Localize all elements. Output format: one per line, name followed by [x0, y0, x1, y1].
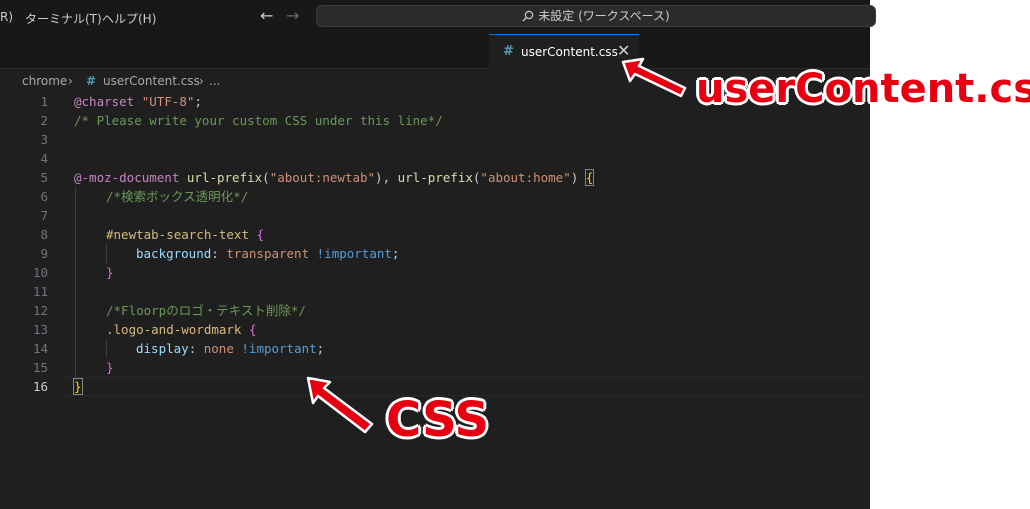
code-text: @charset "UTF-8"; — [74, 94, 202, 109]
forward-arrow-icon[interactable]: → — [286, 6, 299, 25]
code-line: 10 } — [0, 263, 870, 282]
code-line: 3 — [0, 130, 870, 149]
line-number: 9 — [40, 246, 48, 261]
code-line: 15 } — [0, 358, 870, 377]
code-text: #newtab-search-text { — [106, 227, 265, 242]
code-line: 7 — [0, 206, 870, 225]
line-number: 10 — [32, 265, 48, 280]
code-line: 14 display: none !important; — [0, 339, 870, 358]
code-text: background: transparent !important; — [136, 246, 400, 261]
code-text: } — [106, 265, 114, 280]
breadcrumb-file[interactable]: userContent.css — [103, 74, 200, 88]
menu-item-partial[interactable]: R) — [0, 10, 13, 24]
line-number: 7 — [40, 208, 48, 223]
code-line: 11 — [0, 282, 870, 301]
search-icon — [522, 10, 534, 22]
line-number: 12 — [32, 303, 48, 318]
menu-item-help[interactable]: ヘルプ(H) — [102, 10, 156, 27]
line-number: 3 — [40, 132, 48, 147]
annotation-css-label: CSS — [386, 392, 490, 448]
code-text: /*検索ボックス透明化*/ — [106, 189, 249, 204]
line-number: 5 — [40, 170, 48, 185]
code-text: /* Please write your custom CSS under th… — [74, 113, 443, 128]
line-number: 1 — [40, 94, 48, 109]
line-number: 14 — [32, 341, 48, 356]
tab-bar: # userContent.css ✕ — [0, 34, 870, 69]
css-file-icon: # — [503, 44, 514, 59]
code-text: .logo-and-wordmark { — [106, 322, 257, 337]
breadcrumb-folder[interactable]: chrome — [22, 74, 67, 88]
code-line: 12 /*Floorpのロゴ・テキスト削除*/ — [0, 301, 870, 320]
code-line: 9 background: transparent !important; — [0, 244, 870, 263]
code-line: 8 #newtab-search-text { — [0, 225, 870, 244]
line-number: 8 — [40, 227, 48, 242]
tab-label: userContent.css — [521, 45, 618, 59]
menu-item-terminal[interactable]: ターミナル(T) — [25, 10, 102, 27]
code-text: display: none !important; — [136, 341, 325, 356]
code-text: @-moz-document url-prefix("about:newtab"… — [74, 169, 595, 186]
chevron-right-icon: › — [199, 74, 204, 88]
command-center-label: 未設定 (ワークスペース) — [538, 9, 670, 23]
code-line: 4 — [0, 149, 870, 168]
code-text: /*Floorpのロゴ・テキスト削除*/ — [106, 303, 306, 318]
code-text: } — [73, 378, 83, 395]
line-number: 4 — [40, 151, 48, 166]
line-number: 13 — [32, 322, 48, 337]
chevron-right-icon: › — [68, 74, 73, 88]
code-line: 6 /*検索ボックス透明化*/ — [0, 187, 870, 206]
code-line: 13 .logo-and-wordmark { — [0, 320, 870, 339]
title-bar: R) ターミナル(T) ヘルプ(H) ← → 未設定 (ワークスペース) — [0, 0, 876, 34]
line-number: 15 — [32, 360, 48, 375]
line-number: 11 — [32, 284, 48, 299]
annotation-arrow-to-code — [306, 376, 374, 434]
css-file-icon: # — [86, 74, 97, 88]
code-line: 2 /* Please write your custom CSS under … — [0, 111, 870, 130]
annotation-arrow-to-tab — [621, 57, 687, 98]
breadcrumb-more[interactable]: ... — [209, 74, 220, 88]
code-text: } — [106, 360, 114, 375]
line-number: 2 — [40, 113, 48, 128]
command-center-search[interactable]: 未設定 (ワークスペース) — [316, 5, 876, 27]
back-arrow-icon[interactable]: ← — [260, 6, 273, 25]
code-line: 5 @-moz-document url-prefix("about:newta… — [0, 168, 870, 187]
line-number: 16 — [32, 379, 48, 394]
annotation-filename-label: userContent.css — [696, 66, 1030, 112]
line-number: 6 — [40, 189, 48, 204]
